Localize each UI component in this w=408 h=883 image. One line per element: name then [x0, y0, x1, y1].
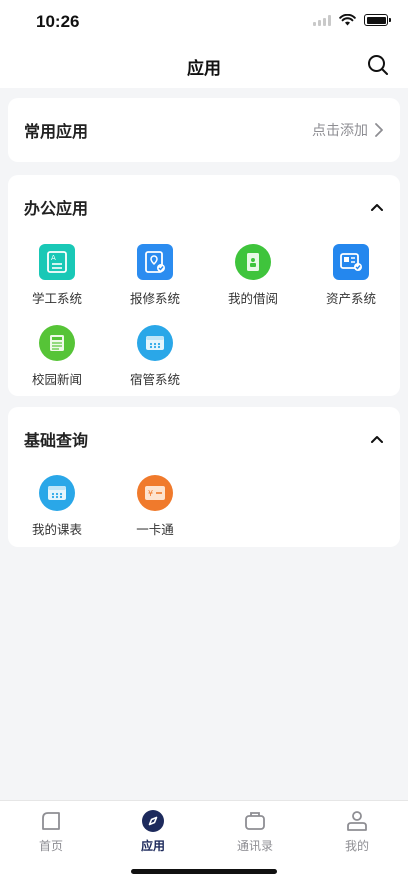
- compass-icon: [142, 810, 164, 832]
- card-icon: ¥: [137, 475, 173, 511]
- add-app-button[interactable]: 点击添加: [312, 120, 384, 140]
- app-suguan[interactable]: 宿管系统: [106, 325, 204, 388]
- svg-text:¥: ¥: [148, 489, 153, 498]
- query-apps-title: 基础查询: [24, 431, 89, 450]
- query-apps-card: 基础查询 我的课表 ¥ 一卡通: [8, 407, 400, 547]
- tab-label: 应用: [140, 839, 165, 853]
- book-icon: [235, 244, 271, 280]
- tab-contacts[interactable]: 通讯录: [204, 809, 306, 854]
- office-apps-grid: A 学工系统 报修系统 我的借阅 资产系统 校园新闻 宿管系统: [8, 244, 400, 388]
- app-label: 我的借阅: [227, 291, 278, 306]
- nav-bar: 应用: [0, 44, 408, 88]
- dorm-icon: [137, 325, 173, 361]
- status-time: 10:26: [36, 12, 80, 31]
- app-xinwen[interactable]: 校园新闻: [8, 325, 106, 388]
- search-button[interactable]: [366, 53, 390, 77]
- query-apps-grid: 我的课表 ¥ 一卡通: [8, 475, 400, 538]
- query-apps-header[interactable]: 基础查询: [24, 407, 384, 471]
- repair-icon: [137, 244, 173, 280]
- add-app-label: 点击添加: [312, 123, 368, 139]
- svg-text:A: A: [51, 254, 56, 262]
- app-label: 一卡通: [136, 522, 174, 537]
- calendar-icon: [39, 475, 75, 511]
- tab-label: 我的: [344, 839, 369, 853]
- app-label: 我的课表: [31, 522, 82, 537]
- wifi-icon: [339, 14, 356, 26]
- app-kebiao[interactable]: 我的课表: [8, 475, 106, 538]
- asset-icon: [333, 244, 369, 280]
- signal-icon: [313, 14, 331, 26]
- app-yikatong[interactable]: ¥ 一卡通: [106, 475, 204, 538]
- page-title: 应用: [187, 59, 221, 79]
- tab-apps[interactable]: 应用: [102, 809, 204, 854]
- app-label: 学工系统: [31, 291, 82, 306]
- app-label: 报修系统: [129, 291, 180, 306]
- frequent-apps-title: 常用应用: [24, 122, 89, 141]
- chevron-up-icon[interactable]: [370, 202, 384, 212]
- frequent-apps-header: 常用应用 点击添加: [24, 98, 384, 162]
- app-label: 宿管系统: [129, 372, 180, 387]
- status-icons: [313, 14, 391, 26]
- office-apps-card: 办公应用 A 学工系统 报修系统 我的借阅 资产系统 校园新闻 宿管系统: [8, 175, 400, 396]
- app-zichan[interactable]: 资产系统: [302, 244, 400, 307]
- search-icon: [368, 55, 388, 75]
- status-bar: 10:26: [0, 0, 408, 44]
- office-apps-title: 办公应用: [24, 199, 89, 218]
- document-icon: A: [39, 244, 75, 280]
- app-xuegong[interactable]: A 学工系统: [8, 244, 106, 307]
- frequent-apps-card: 常用应用 点击添加: [8, 98, 400, 162]
- home-icon: [42, 812, 60, 830]
- contacts-icon: [245, 812, 265, 830]
- office-apps-header[interactable]: 办公应用: [24, 175, 384, 239]
- tab-me[interactable]: 我的: [306, 809, 408, 854]
- battery-icon: [364, 14, 391, 26]
- chevron-up-icon[interactable]: [370, 434, 384, 444]
- app-label: 校园新闻: [31, 372, 82, 387]
- app-jieyue[interactable]: 我的借阅: [204, 244, 302, 307]
- tab-label: 首页: [38, 839, 63, 853]
- chevron-right-icon: [375, 123, 383, 137]
- app-baoxiu[interactable]: 报修系统: [106, 244, 204, 307]
- tab-home[interactable]: 首页: [0, 809, 102, 854]
- user-icon: [347, 811, 367, 831]
- app-label: 资产系统: [325, 291, 376, 306]
- news-icon: [39, 325, 75, 361]
- tab-label: 通讯录: [236, 839, 273, 853]
- home-indicator: [131, 869, 277, 874]
